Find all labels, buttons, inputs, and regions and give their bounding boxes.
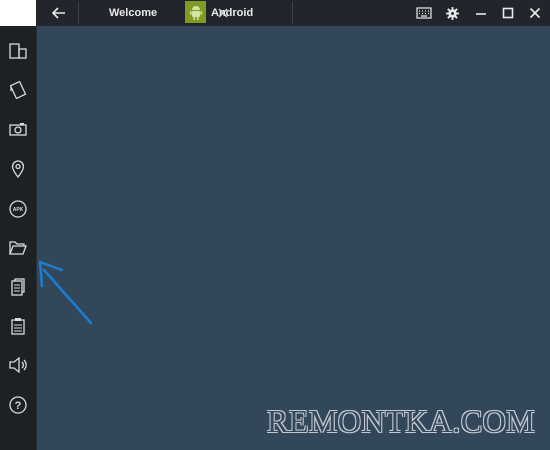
- minimize-icon: [476, 13, 486, 15]
- maximize-icon: [502, 7, 514, 19]
- sidebar-item-volume[interactable]: [6, 353, 30, 377]
- watermark: REMONTKA.COM: [267, 403, 536, 439]
- minimize-button[interactable]: [470, 3, 492, 23]
- tab-android-label: Android: [211, 7, 254, 19]
- separator: [292, 2, 293, 24]
- volume-icon: [9, 357, 27, 373]
- tab-android[interactable]: Android: [184, 0, 294, 26]
- close-button[interactable]: [524, 3, 546, 23]
- android-robot-icon: [189, 6, 202, 20]
- keyboard-icon: [416, 7, 432, 19]
- sidebar-item-help[interactable]: ?: [6, 393, 30, 417]
- android-tab-icon: [185, 1, 206, 23]
- close-icon: [529, 7, 541, 19]
- annotation-arrow-icon: [38, 260, 93, 325]
- help-icon: ?: [9, 396, 27, 414]
- maximize-button[interactable]: [497, 3, 519, 23]
- keyboard-button[interactable]: [413, 3, 435, 23]
- gear-icon: [445, 6, 459, 20]
- settings-button[interactable]: [441, 3, 463, 23]
- help-label: ?: [15, 400, 22, 412]
